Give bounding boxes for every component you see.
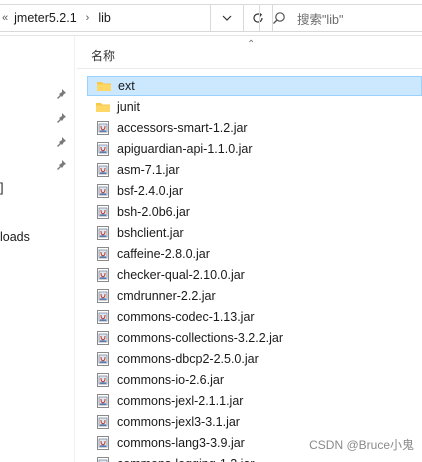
- breadcrumb-chevron-icon[interactable]: ›: [77, 12, 99, 24]
- file-name: checker-qual-2.10.0.jar: [117, 268, 245, 282]
- pin-icon[interactable]: [55, 112, 67, 124]
- file-row[interactable]: commons-codec-1.13.jar: [87, 307, 422, 327]
- file-name: commons-dbcp2-2.5.0.jar: [117, 352, 259, 366]
- file-row[interactable]: commons-jexl3-3.1.jar: [87, 412, 422, 432]
- jar-file-icon: [95, 435, 111, 451]
- search-icon: [273, 12, 285, 24]
- file-name: commons-logging-1.2.jar: [117, 457, 255, 462]
- file-row[interactable]: checker-qual-2.10.0.jar: [87, 265, 422, 285]
- jar-file-icon: [95, 393, 111, 409]
- file-name: commons-codec-1.13.jar: [117, 310, 255, 324]
- search-placeholder: 搜索"lib": [297, 12, 344, 27]
- file-row[interactable]: caffeine-2.8.0.jar: [87, 244, 422, 264]
- jar-file-icon: [95, 141, 111, 157]
- file-name: commons-lang3-3.9.jar: [117, 436, 245, 450]
- jar-file-icon: [95, 267, 111, 283]
- nav-item-partial[interactable]: ]: [0, 181, 3, 195]
- jar-file-icon: [95, 120, 111, 136]
- jar-file-icon: [95, 351, 111, 367]
- file-name: asm-7.1.jar: [117, 163, 180, 177]
- file-name: accessors-smart-1.2.jar: [117, 121, 248, 135]
- pin-icon[interactable]: [55, 136, 67, 148]
- folder-icon: [96, 78, 112, 94]
- jar-file-icon: [95, 309, 111, 325]
- file-name: commons-io-2.6.jar: [117, 373, 224, 387]
- file-row[interactable]: bsf-2.4.0.jar: [87, 181, 422, 201]
- jar-file-icon: [95, 225, 111, 241]
- file-row[interactable]: commons-jexl-2.1.1.jar: [87, 391, 422, 411]
- file-row[interactable]: commons-logging-1.2.jar: [87, 454, 422, 462]
- jar-file-icon: [95, 456, 111, 462]
- file-row[interactable]: commons-io-2.6.jar: [87, 370, 422, 390]
- top-bar: « jmeter5.2.1 › lib 搜索"lib": [0, 0, 422, 36]
- file-row[interactable]: bsh-2.0b6.jar: [87, 202, 422, 222]
- search-box[interactable]: 搜索"lib": [259, 4, 422, 32]
- file-name: junit: [117, 100, 140, 114]
- column-header-divider: [77, 68, 422, 69]
- jar-file-icon: [95, 162, 111, 178]
- folder-icon: [95, 99, 111, 115]
- file-name: bshclient.jar: [117, 226, 184, 240]
- file-list: ⌃ 名称 ext junit accessors-smart-1.2.jar apig…: [75, 36, 422, 462]
- file-name: caffeine-2.8.0.jar: [117, 247, 210, 261]
- pin-icon[interactable]: [55, 159, 67, 171]
- jar-file-icon: [95, 288, 111, 304]
- file-row[interactable]: commons-dbcp2-2.5.0.jar: [87, 349, 422, 369]
- pin-icon[interactable]: [55, 88, 67, 100]
- jar-file-icon: [95, 204, 111, 220]
- jar-file-icon: [95, 414, 111, 430]
- file-name: commons-jexl-2.1.1.jar: [117, 394, 244, 408]
- file-name: bsf-2.4.0.jar: [117, 184, 184, 198]
- file-row[interactable]: asm-7.1.jar: [87, 160, 422, 180]
- file-name: cmdrunner-2.2.jar: [117, 289, 216, 303]
- column-header-name[interactable]: 名称: [91, 47, 115, 64]
- file-name: ext: [118, 79, 135, 93]
- jar-file-icon: [95, 330, 111, 346]
- file-name: commons-collections-3.2.2.jar: [117, 331, 284, 345]
- file-row[interactable]: cmdrunner-2.2.jar: [87, 286, 422, 306]
- nav-item-downloads[interactable]: loads: [0, 230, 30, 244]
- file-row[interactable]: commons-collections-3.2.2.jar: [87, 328, 422, 348]
- navigation-pane: ] loads: [0, 36, 74, 462]
- file-row[interactable]: accessors-smart-1.2.jar: [87, 118, 422, 138]
- address-overflow-indicator[interactable]: «: [0, 12, 14, 24]
- address-bar[interactable]: « jmeter5.2.1 › lib: [0, 4, 211, 32]
- jar-file-icon: [95, 183, 111, 199]
- file-name: commons-jexl3-3.1.jar: [117, 415, 240, 429]
- breadcrumb-lib[interactable]: lib: [98, 11, 111, 25]
- folder-row[interactable]: junit: [87, 97, 422, 117]
- jar-file-icon: [95, 246, 111, 262]
- address-dropdown-button[interactable]: [211, 4, 244, 32]
- breadcrumb-jmeter[interactable]: jmeter5.2.1: [14, 11, 77, 25]
- file-name: bsh-2.0b6.jar: [117, 205, 190, 219]
- file-row[interactable]: bshclient.jar: [87, 223, 422, 243]
- chevron-down-icon: [222, 15, 232, 21]
- folder-row[interactable]: ext: [87, 76, 422, 96]
- file-name: apiguardian-api-1.1.0.jar: [117, 142, 253, 156]
- sort-ascending-icon: ⌃: [247, 39, 256, 50]
- jar-file-icon: [95, 372, 111, 388]
- file-row[interactable]: apiguardian-api-1.1.0.jar: [87, 139, 422, 159]
- watermark: CSDN @Bruce小鬼: [309, 438, 414, 452]
